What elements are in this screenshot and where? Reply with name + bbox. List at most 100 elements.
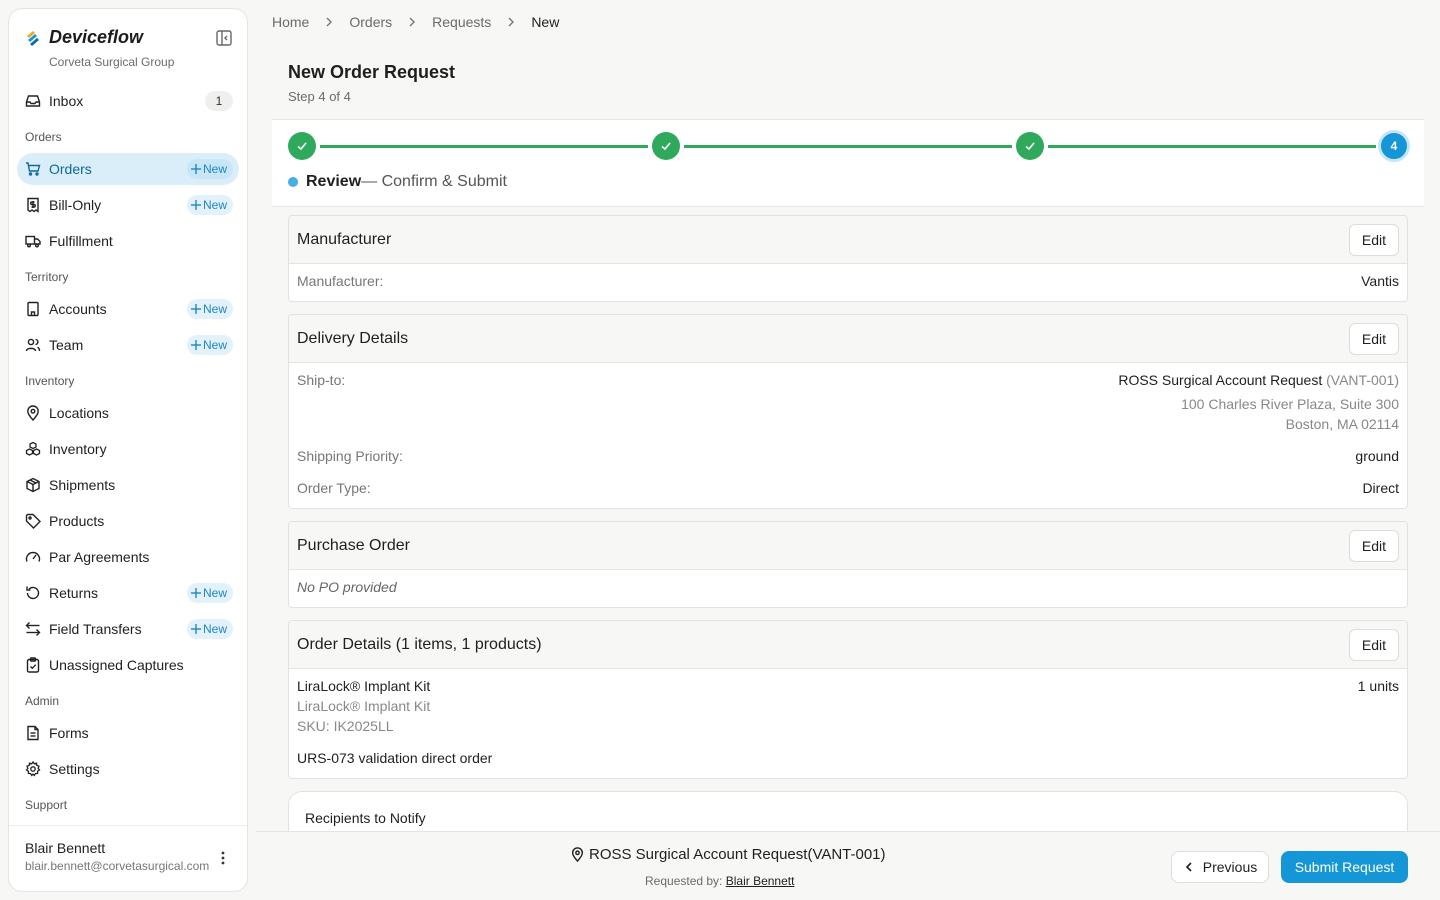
breadcrumb-home[interactable]: Home: [272, 14, 309, 30]
chevron-right-icon: [505, 16, 517, 28]
receipt-icon: [25, 197, 41, 213]
section-label-support: Support: [25, 798, 68, 812]
step-indicator-text: Step 4 of 4: [288, 89, 351, 104]
brand[interactable]: Deviceflow: [25, 27, 143, 48]
address-line-1: 100 Charles River Plaza, Suite 300: [1181, 396, 1399, 412]
sidebar-item-label: Par Agreements: [49, 549, 150, 565]
check-icon: [660, 140, 672, 152]
product-quantity: 1 units: [1357, 678, 1399, 694]
sidebar-item-forms[interactable]: Forms: [17, 717, 239, 749]
user-profile[interactable]: Blair Bennett blair.bennett@corvetasurgi…: [9, 825, 247, 891]
sidebar-item-label: Field Transfers: [49, 621, 142, 637]
sidebar: Deviceflow Corveta Surgical Group Inbox …: [8, 8, 248, 892]
sidebar-nav: Inbox 1 Orders Orders New Bill-Only New: [17, 85, 239, 821]
step-bullet: [288, 177, 298, 187]
sidebar-item-label: Bill-Only: [49, 197, 102, 213]
user-name: Blair Bennett: [25, 840, 106, 856]
sidebar-item-returns[interactable]: Returns New: [17, 577, 239, 609]
sidebar-item-bill-only[interactable]: Bill-Only New: [17, 189, 239, 221]
cart-icon: [25, 161, 41, 177]
recipients-title: Recipients to Notify: [305, 810, 426, 826]
card-title: Order Details (1 items, 1 products): [297, 635, 542, 653]
new-label: New: [202, 586, 227, 600]
breadcrumb-requests[interactable]: Requests: [432, 14, 491, 30]
submit-request-button[interactable]: Submit Request: [1281, 851, 1408, 883]
sidebar-item-locations[interactable]: Locations: [17, 397, 239, 429]
sidebar-item-unassigned-captures[interactable]: Unassigned Captures: [17, 649, 239, 681]
edit-manufacturer-button[interactable]: Edit: [1348, 223, 1399, 256]
order-type-row: Order Type: Direct: [289, 480, 1407, 496]
step-label: Review — Confirm & Submit: [288, 173, 507, 191]
new-field-transfer-button[interactable]: New: [186, 619, 233, 639]
card-header: Delivery Details Edit: [289, 315, 1407, 363]
edit-order-details-button[interactable]: Edit: [1348, 628, 1399, 661]
purchase-order-card: Purchase Order Edit No PO provided: [288, 521, 1408, 608]
sidebar-item-label: Products: [49, 513, 105, 529]
sidebar-item-label: Forms: [49, 725, 89, 741]
edit-delivery-button[interactable]: Edit: [1348, 322, 1399, 355]
sidebar-item-shipments[interactable]: Shipments: [17, 469, 239, 501]
sidebar-item-label: Inventory: [49, 441, 107, 457]
plus-icon: [190, 588, 201, 598]
new-team-member-button[interactable]: New: [186, 335, 233, 355]
card-title: Purchase Order: [297, 536, 410, 554]
requested-by: Requested by: Blair Bennett: [645, 874, 794, 888]
section-label-territory: Territory: [25, 270, 69, 284]
sidebar-item-team[interactable]: Team New: [17, 329, 239, 361]
footer-account-name: ROSS Surgical Account Request(VANT-001): [589, 846, 886, 863]
requested-by-link[interactable]: Blair Bennett: [726, 874, 795, 888]
step-2-complete[interactable]: [652, 132, 680, 160]
ship-to-name: ROSS Surgical Account Request: [1118, 372, 1323, 388]
new-order-button[interactable]: New: [186, 159, 233, 179]
map-pin-icon: [25, 405, 41, 421]
document-icon: [25, 725, 41, 741]
new-label: New: [202, 338, 227, 352]
step-3-complete[interactable]: [1016, 132, 1044, 160]
address-line-1-row: 100 Charles River Plaza, Suite 300: [289, 396, 1407, 412]
sidebar-item-accounts[interactable]: Accounts New: [17, 293, 239, 325]
step-1-complete[interactable]: [288, 132, 316, 160]
manufacturer-label: Manufacturer:: [297, 273, 384, 289]
more-vertical-icon[interactable]: [215, 850, 231, 866]
boxes-icon: [25, 441, 41, 457]
requested-by-label: Requested by:: [645, 874, 723, 888]
product-desc-row: LiraLock® Implant Kit: [289, 698, 1407, 714]
sidebar-item-inbox[interactable]: Inbox 1: [17, 85, 239, 117]
sidebar-item-orders[interactable]: Orders New: [17, 153, 239, 185]
new-account-button[interactable]: New: [186, 299, 233, 319]
plus-icon: [190, 304, 201, 314]
section-label-admin: Admin: [25, 694, 60, 708]
new-bill-only-button[interactable]: New: [186, 195, 233, 215]
check-icon: [1024, 140, 1036, 152]
brand-name: Deviceflow: [49, 27, 144, 47]
footer-account: ROSS Surgical Account Request(VANT-001): [570, 846, 886, 863]
new-return-button[interactable]: New: [186, 583, 233, 603]
sidebar-item-inventory[interactable]: Inventory: [17, 433, 239, 465]
product-sku: SKU: IK2025LL: [297, 718, 394, 734]
tag-icon: [25, 513, 41, 529]
manufacturer-row: Manufacturer: Vantis: [289, 273, 1407, 289]
org-name: Corveta Surgical Group: [49, 55, 175, 69]
breadcrumb-current: New: [531, 14, 560, 30]
plus-icon: [190, 624, 201, 634]
transfer-arrows-icon: [25, 621, 41, 637]
sidebar-item-par-agreements[interactable]: Par Agreements: [17, 541, 239, 573]
truck-icon: [25, 233, 41, 249]
sidebar-item-label: Team: [49, 337, 84, 353]
inbox-icon: [25, 93, 41, 109]
address-line-2-row: Boston, MA 02114: [289, 416, 1407, 432]
sidebar-item-label: Accounts: [49, 301, 107, 317]
line-item: LiraLock® Implant Kit 1 units: [289, 678, 1407, 694]
sidebar-item-field-transfers[interactable]: Field Transfers New: [17, 613, 239, 645]
page-title: New Order Request: [288, 62, 456, 82]
edit-purchase-order-button[interactable]: Edit: [1348, 529, 1399, 562]
section-label-orders: Orders: [25, 130, 62, 144]
clipboard-check-icon: [25, 657, 41, 673]
sidebar-item-fulfillment[interactable]: Fulfillment: [17, 225, 239, 257]
step-label-subtitle: — Confirm & Submit: [361, 173, 507, 190]
previous-button[interactable]: Previous: [1171, 851, 1269, 883]
breadcrumb-orders[interactable]: Orders: [349, 14, 392, 30]
sidebar-item-products[interactable]: Products: [17, 505, 239, 537]
sidebar-item-settings[interactable]: Settings: [17, 753, 239, 785]
collapse-sidebar-icon[interactable]: [215, 29, 233, 47]
